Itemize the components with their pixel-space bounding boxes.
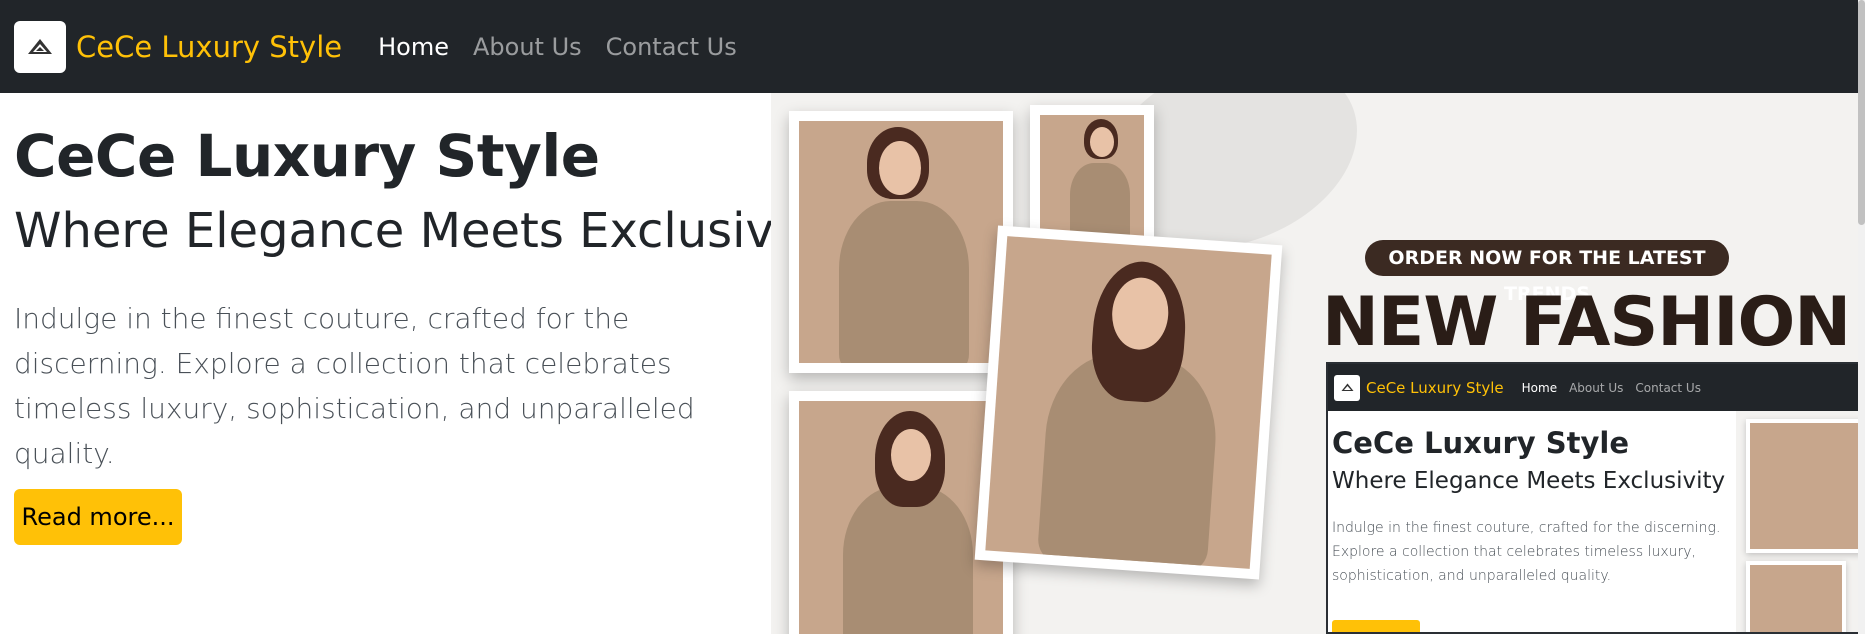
page-preview-thumbnail: CeCe Luxury Style Home About Us Contact …: [1326, 362, 1865, 634]
page-scrollbar[interactable]: [1858, 0, 1865, 634]
nav-link-home[interactable]: Home: [378, 33, 449, 61]
hero-title: CeCe Luxury Style: [14, 122, 600, 190]
preview-description: Indulge in the finest couture, crafted f…: [1332, 520, 1721, 584]
navbar: CeCe Luxury Style Home About Us Contact …: [0, 0, 1858, 93]
preview-link-about: About Us: [1569, 380, 1624, 395]
scrollbar-thumb[interactable]: [1858, 0, 1865, 225]
fashion-photo-1: [789, 111, 1013, 373]
preview-link-contact: Contact Us: [1635, 380, 1701, 395]
preview-read-more-button: [1332, 620, 1420, 632]
nav-link-contact[interactable]: Contact Us: [606, 33, 737, 61]
preview-logo-icon: [1334, 374, 1360, 401]
read-more-button[interactable]: Read more...: [14, 489, 182, 545]
promo-pill: ORDER NOW FOR THE LATEST TRENDS: [1365, 240, 1729, 305]
preview-brand: CeCe Luxury Style: [1366, 378, 1504, 397]
preview-banner-image: [1736, 411, 1864, 632]
hero-subtitle: Where Elegance Meets Exclusivity: [14, 203, 835, 259]
preview-title: CeCe Luxury Style: [1332, 426, 1630, 460]
triangle-logo-icon[interactable]: [14, 20, 66, 73]
preview-navbar: CeCe Luxury Style Home About Us Contact …: [1328, 364, 1864, 411]
hero-description: Indulge in the finest couture, crafted f…: [14, 302, 695, 470]
fashion-photo-2: [1030, 105, 1154, 247]
brand-link[interactable]: CeCe Luxury Style: [76, 30, 342, 64]
nav-link-about[interactable]: About Us: [473, 33, 582, 61]
fashion-photo-4: [974, 225, 1283, 580]
promo-headline: NEW FASHION: [1322, 283, 1851, 362]
preview-link-home: Home: [1521, 380, 1558, 395]
preview-subtitle: Where Elegance Meets Exclusivity: [1332, 468, 1726, 494]
